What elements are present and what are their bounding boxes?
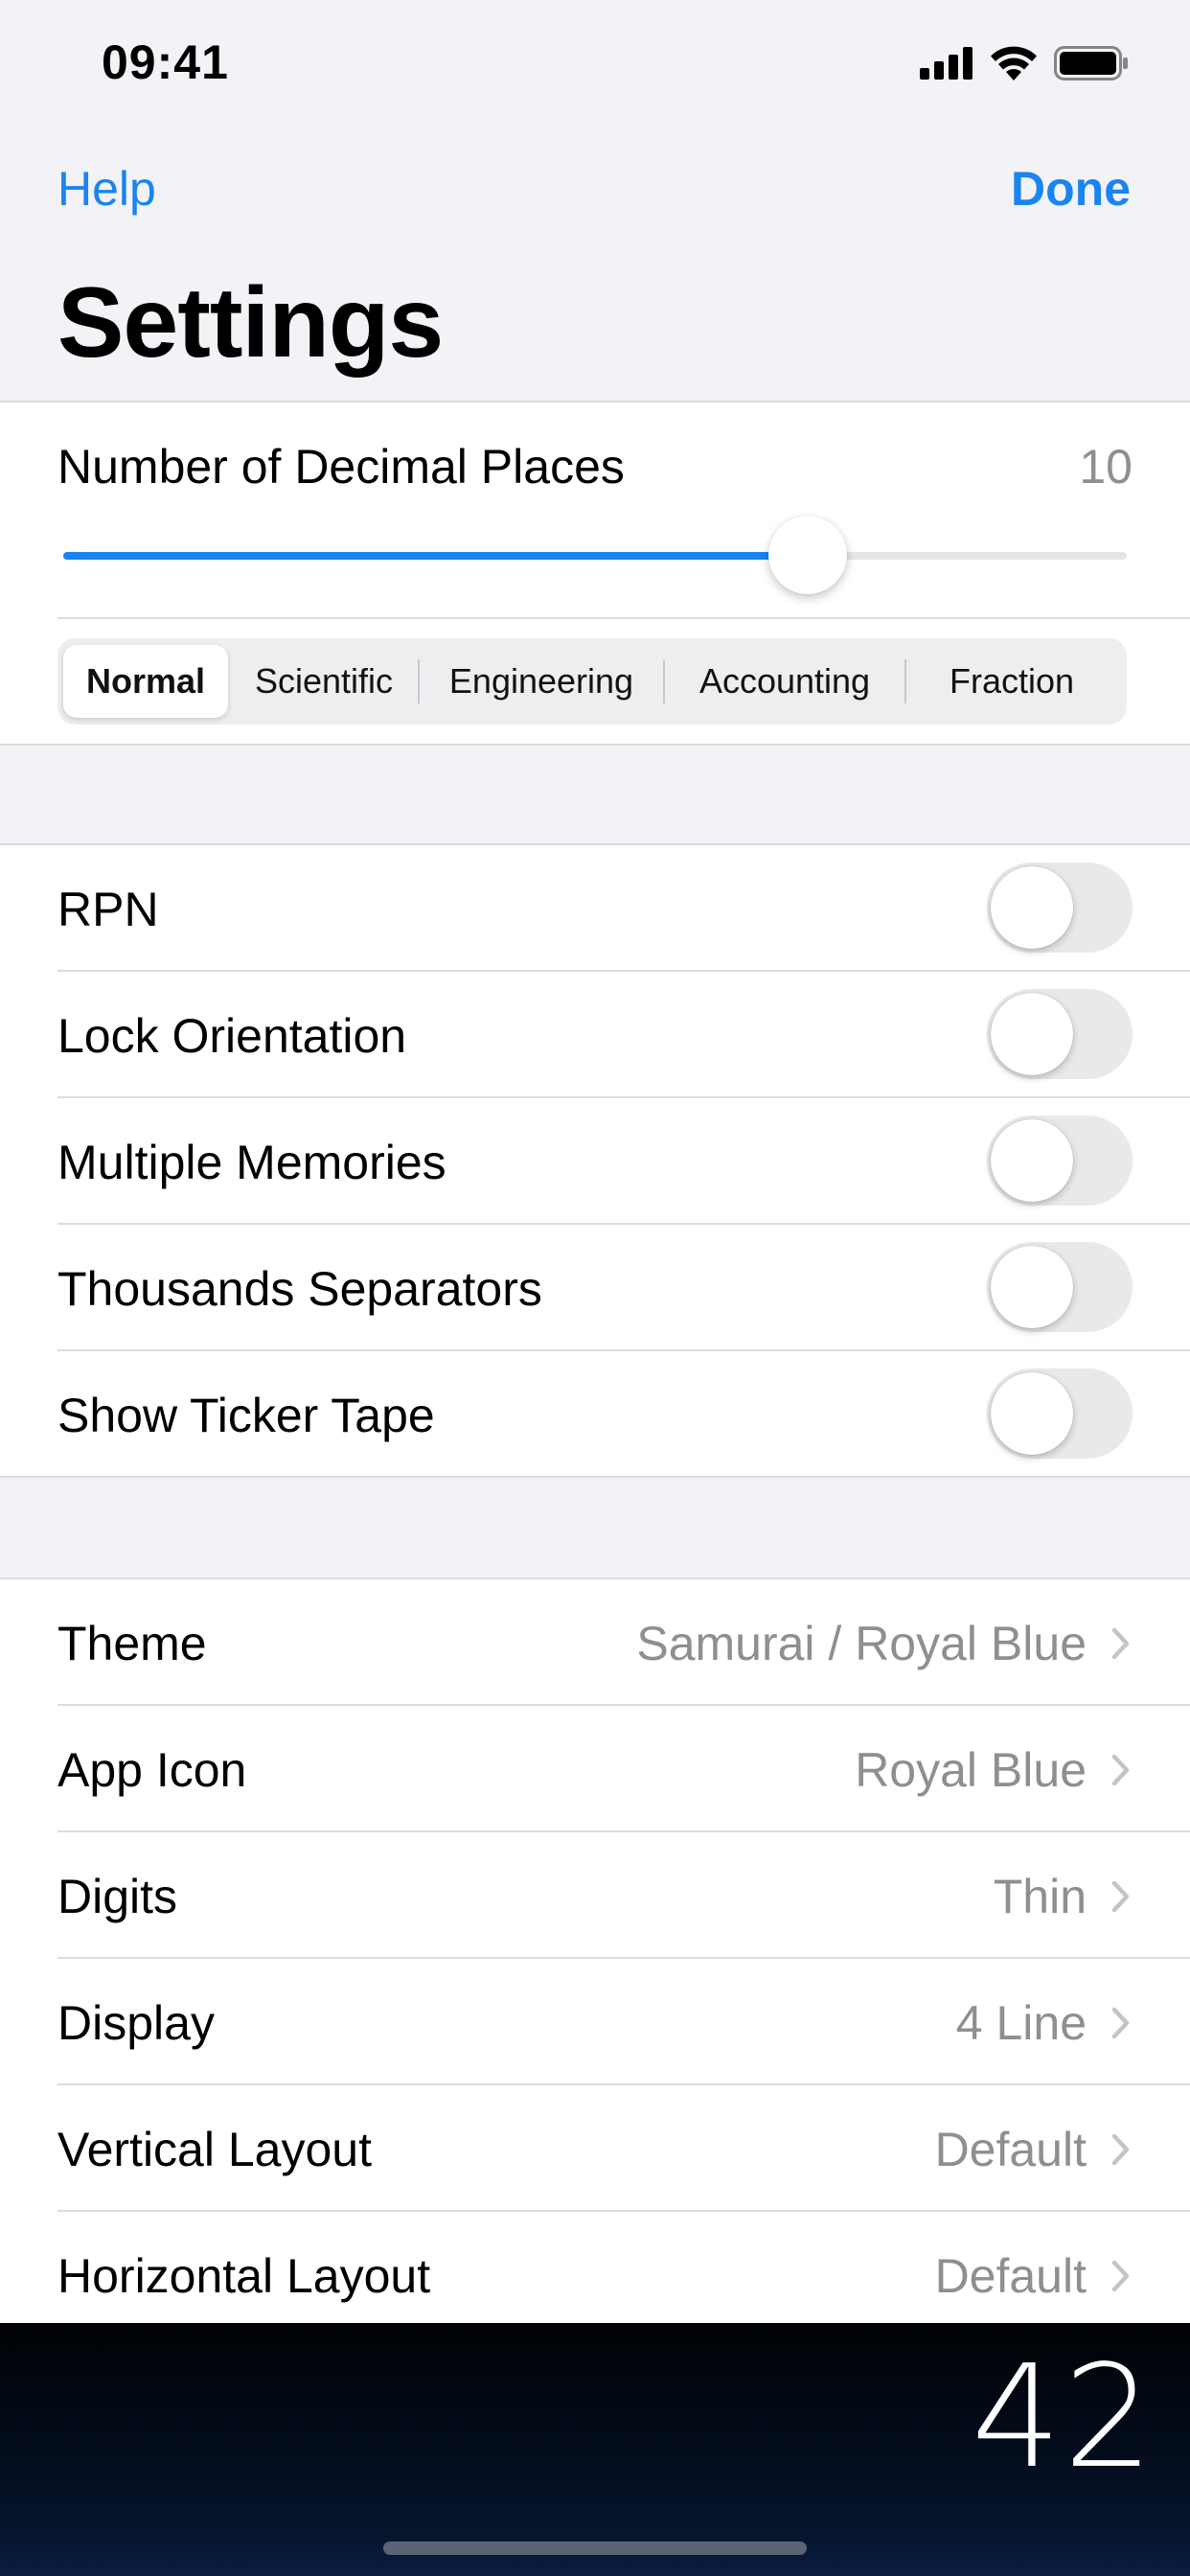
divider (57, 617, 1190, 619)
chevron-right-icon (1111, 2260, 1130, 2292)
toggle-knob (991, 993, 1073, 1075)
options-section: Theme Samurai / Royal Blue App Icon Royal B… (0, 1577, 1190, 2325)
status-bar: 09:41 (0, 0, 1190, 126)
slider-fill (63, 552, 808, 560)
option-label: Theme (57, 1617, 207, 1670)
option-label: Horizontal Layout (57, 2249, 431, 2303)
toggle-label: Show Ticker Tape (57, 1389, 435, 1442)
display-format-section: Number of Decimal Places 10 Normal Scient… (0, 401, 1190, 746)
number-format-segmented-control[interactable]: Normal Scientific Engineering Accounting Fra… (57, 638, 1127, 724)
option-row-display[interactable]: Display 4 Line (0, 1959, 1190, 2085)
toggle-row-multiple-memories: Multiple Memories (0, 1098, 1190, 1225)
home-indicator[interactable] (383, 2542, 807, 2555)
toggle-switch[interactable] (987, 862, 1133, 953)
toggle-switch[interactable] (987, 1368, 1133, 1459)
decimal-places-value: 10 (1079, 440, 1133, 494)
toggle-knob (991, 1372, 1073, 1455)
segment-scientific[interactable]: Scientific (230, 645, 418, 718)
toggle-row-lock-orientation: Lock Orientation (0, 972, 1190, 1098)
option-row-horizontal-layout[interactable]: Horizontal Layout Default (0, 2212, 1190, 2338)
option-row-vertical-layout[interactable]: Vertical Layout Default (0, 2085, 1190, 2212)
decimal-places-label: Number of Decimal Places (57, 440, 625, 494)
toggle-row-thousands-separators: Thousands Separators (0, 1225, 1190, 1351)
toggle-label: RPN (57, 883, 159, 936)
option-label: Display (57, 1996, 215, 2050)
option-row-digits[interactable]: Digits Thin (0, 1832, 1190, 1959)
battery-icon (1054, 46, 1128, 80)
option-value: Default (934, 2249, 1087, 2303)
slider-thumb[interactable] (768, 516, 847, 594)
option-row-theme[interactable]: Theme Samurai / Royal Blue (0, 1579, 1190, 1706)
option-row-app-icon[interactable]: App Icon Royal Blue (0, 1706, 1190, 1832)
option-label: Digits (57, 1870, 178, 1923)
option-value: 4 Line (955, 1996, 1087, 2050)
toggle-switch[interactable] (987, 989, 1133, 1079)
status-icons (920, 46, 1129, 80)
toggle-section: RPN Lock Orientation Multiple Memories Thou… (0, 843, 1190, 1478)
display-value: 42 (971, 2334, 1156, 2499)
toggle-knob (991, 1119, 1073, 1202)
chevron-right-icon (1111, 1754, 1130, 1786)
segment-engineering[interactable]: Engineering (420, 645, 663, 718)
option-value: Thin (993, 1870, 1087, 1923)
calculator-display: 42 (0, 2323, 1190, 2576)
option-value: Samurai / Royal Blue (636, 1617, 1087, 1670)
toggle-label: Thousands Separators (57, 1262, 542, 1316)
chevron-right-icon (1111, 1627, 1130, 1660)
help-button[interactable]: Help (57, 161, 156, 217)
page-title: Settings (57, 267, 444, 379)
done-button[interactable]: Done (1011, 161, 1131, 217)
option-label: Vertical Layout (57, 2123, 372, 2176)
segment-normal[interactable]: Normal (63, 645, 228, 718)
status-time: 09:41 (102, 35, 229, 89)
chevron-right-icon (1111, 2133, 1130, 2166)
toggle-label: Multiple Memories (57, 1136, 446, 1189)
toggle-knob (991, 1246, 1073, 1328)
toggle-label: Lock Orientation (57, 1009, 407, 1063)
toggle-switch[interactable] (987, 1242, 1133, 1332)
segment-accounting[interactable]: Accounting (665, 645, 904, 718)
cellular-signal-icon (920, 47, 973, 80)
chevron-right-icon (1111, 2007, 1130, 2039)
toggle-row-show-ticker-tape: Show Ticker Tape (0, 1351, 1190, 1478)
toggle-knob (991, 866, 1073, 949)
option-value: Default (934, 2123, 1087, 2176)
option-label: App Icon (57, 1743, 247, 1797)
option-value: Royal Blue (855, 1743, 1087, 1797)
toggle-switch[interactable] (987, 1116, 1133, 1206)
segment-fraction[interactable]: Fraction (906, 645, 1117, 718)
toggle-row-rpn: RPN (0, 845, 1190, 972)
wifi-icon (991, 46, 1037, 80)
decimal-places-slider[interactable] (63, 516, 1127, 594)
chevron-right-icon (1111, 1880, 1130, 1913)
